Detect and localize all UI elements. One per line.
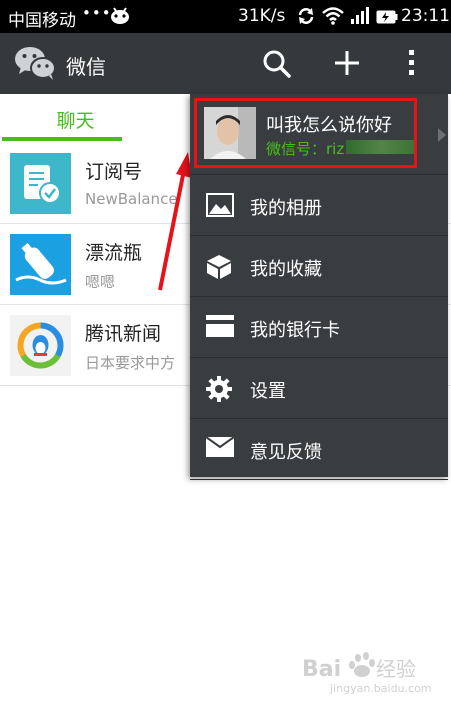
menu-item-label: 我的银行卡 bbox=[250, 320, 340, 341]
chat-name: 订阅号 bbox=[85, 161, 143, 183]
network-speed: 31K/s bbox=[238, 6, 286, 26]
chevron-right-icon bbox=[438, 127, 446, 146]
menu-item-favorites[interactable]: 我的收藏 bbox=[190, 236, 448, 297]
battery-icon bbox=[376, 9, 398, 29]
album-icon bbox=[206, 193, 234, 221]
menu-item-label: 意见反馈 bbox=[250, 442, 322, 463]
subscription-icon bbox=[10, 153, 71, 214]
favorites-icon bbox=[206, 254, 232, 284]
menu-item-label: 设置 bbox=[250, 381, 286, 402]
clock: 23:11 bbox=[401, 6, 450, 26]
search-icon[interactable] bbox=[262, 49, 292, 83]
app-title: 微信 bbox=[66, 55, 106, 79]
menu-item-bank-card[interactable]: 我的银行卡 bbox=[190, 297, 448, 358]
active-tab-indicator bbox=[2, 137, 122, 141]
more-options-icon[interactable] bbox=[407, 49, 417, 81]
settings-icon bbox=[206, 376, 232, 406]
menu-profile[interactable]: 叫我怎么说你好 微信号：riz bbox=[190, 94, 448, 175]
menu-item-label: 我的相册 bbox=[250, 198, 322, 219]
svg-text:jingyan.baidu.com: jingyan.baidu.com bbox=[329, 682, 432, 695]
add-icon[interactable] bbox=[333, 49, 361, 81]
menu-item-album[interactable]: 我的相册 bbox=[190, 175, 448, 236]
tencent-news-icon bbox=[10, 315, 71, 376]
svg-text:经验: 经验 bbox=[376, 657, 416, 681]
overflow-menu: 叫我怎么说你好 微信号：riz 我的相册 我的收藏 我的银行卡 设置 意见反馈 bbox=[190, 94, 448, 480]
bottle-icon bbox=[10, 234, 71, 295]
chat-name: 腾讯新闻 bbox=[85, 323, 162, 345]
carrier-name: 中国移动 bbox=[8, 11, 76, 31]
chat-name: 漂流瓶 bbox=[85, 242, 143, 264]
signal-icon bbox=[350, 7, 370, 30]
status-bar: 中国移动 ••• 31K/s 23:11 bbox=[0, 0, 451, 33]
bank-card-icon bbox=[206, 315, 234, 341]
svg-text:Bai: Bai bbox=[302, 657, 341, 682]
feedback-icon bbox=[205, 436, 235, 461]
chat-snippet: 嗯嗯 bbox=[85, 273, 116, 291]
menu-item-label: 我的收藏 bbox=[250, 259, 322, 280]
baidu-watermark-logo: Bai 经验 jingyan.baidu.com bbox=[302, 652, 432, 695]
menu-item-feedback[interactable]: 意见反馈 bbox=[190, 419, 448, 480]
notification-dots: ••• bbox=[82, 4, 112, 22]
highlight-box bbox=[194, 98, 417, 168]
tab-chats[interactable]: 聊天 bbox=[0, 94, 151, 143]
wifi-icon bbox=[322, 7, 344, 30]
annotation-arrow bbox=[158, 152, 192, 291]
sync-icon bbox=[296, 6, 316, 31]
menu-item-settings[interactable]: 设置 bbox=[190, 358, 448, 419]
chat-snippet: 日本要求中方 bbox=[85, 354, 176, 372]
android-debug-icon bbox=[109, 6, 131, 29]
tab-chats-label: 聊天 bbox=[56, 110, 95, 132]
app-bar: 微信 bbox=[0, 33, 451, 94]
wechat-logo-icon bbox=[14, 45, 56, 85]
